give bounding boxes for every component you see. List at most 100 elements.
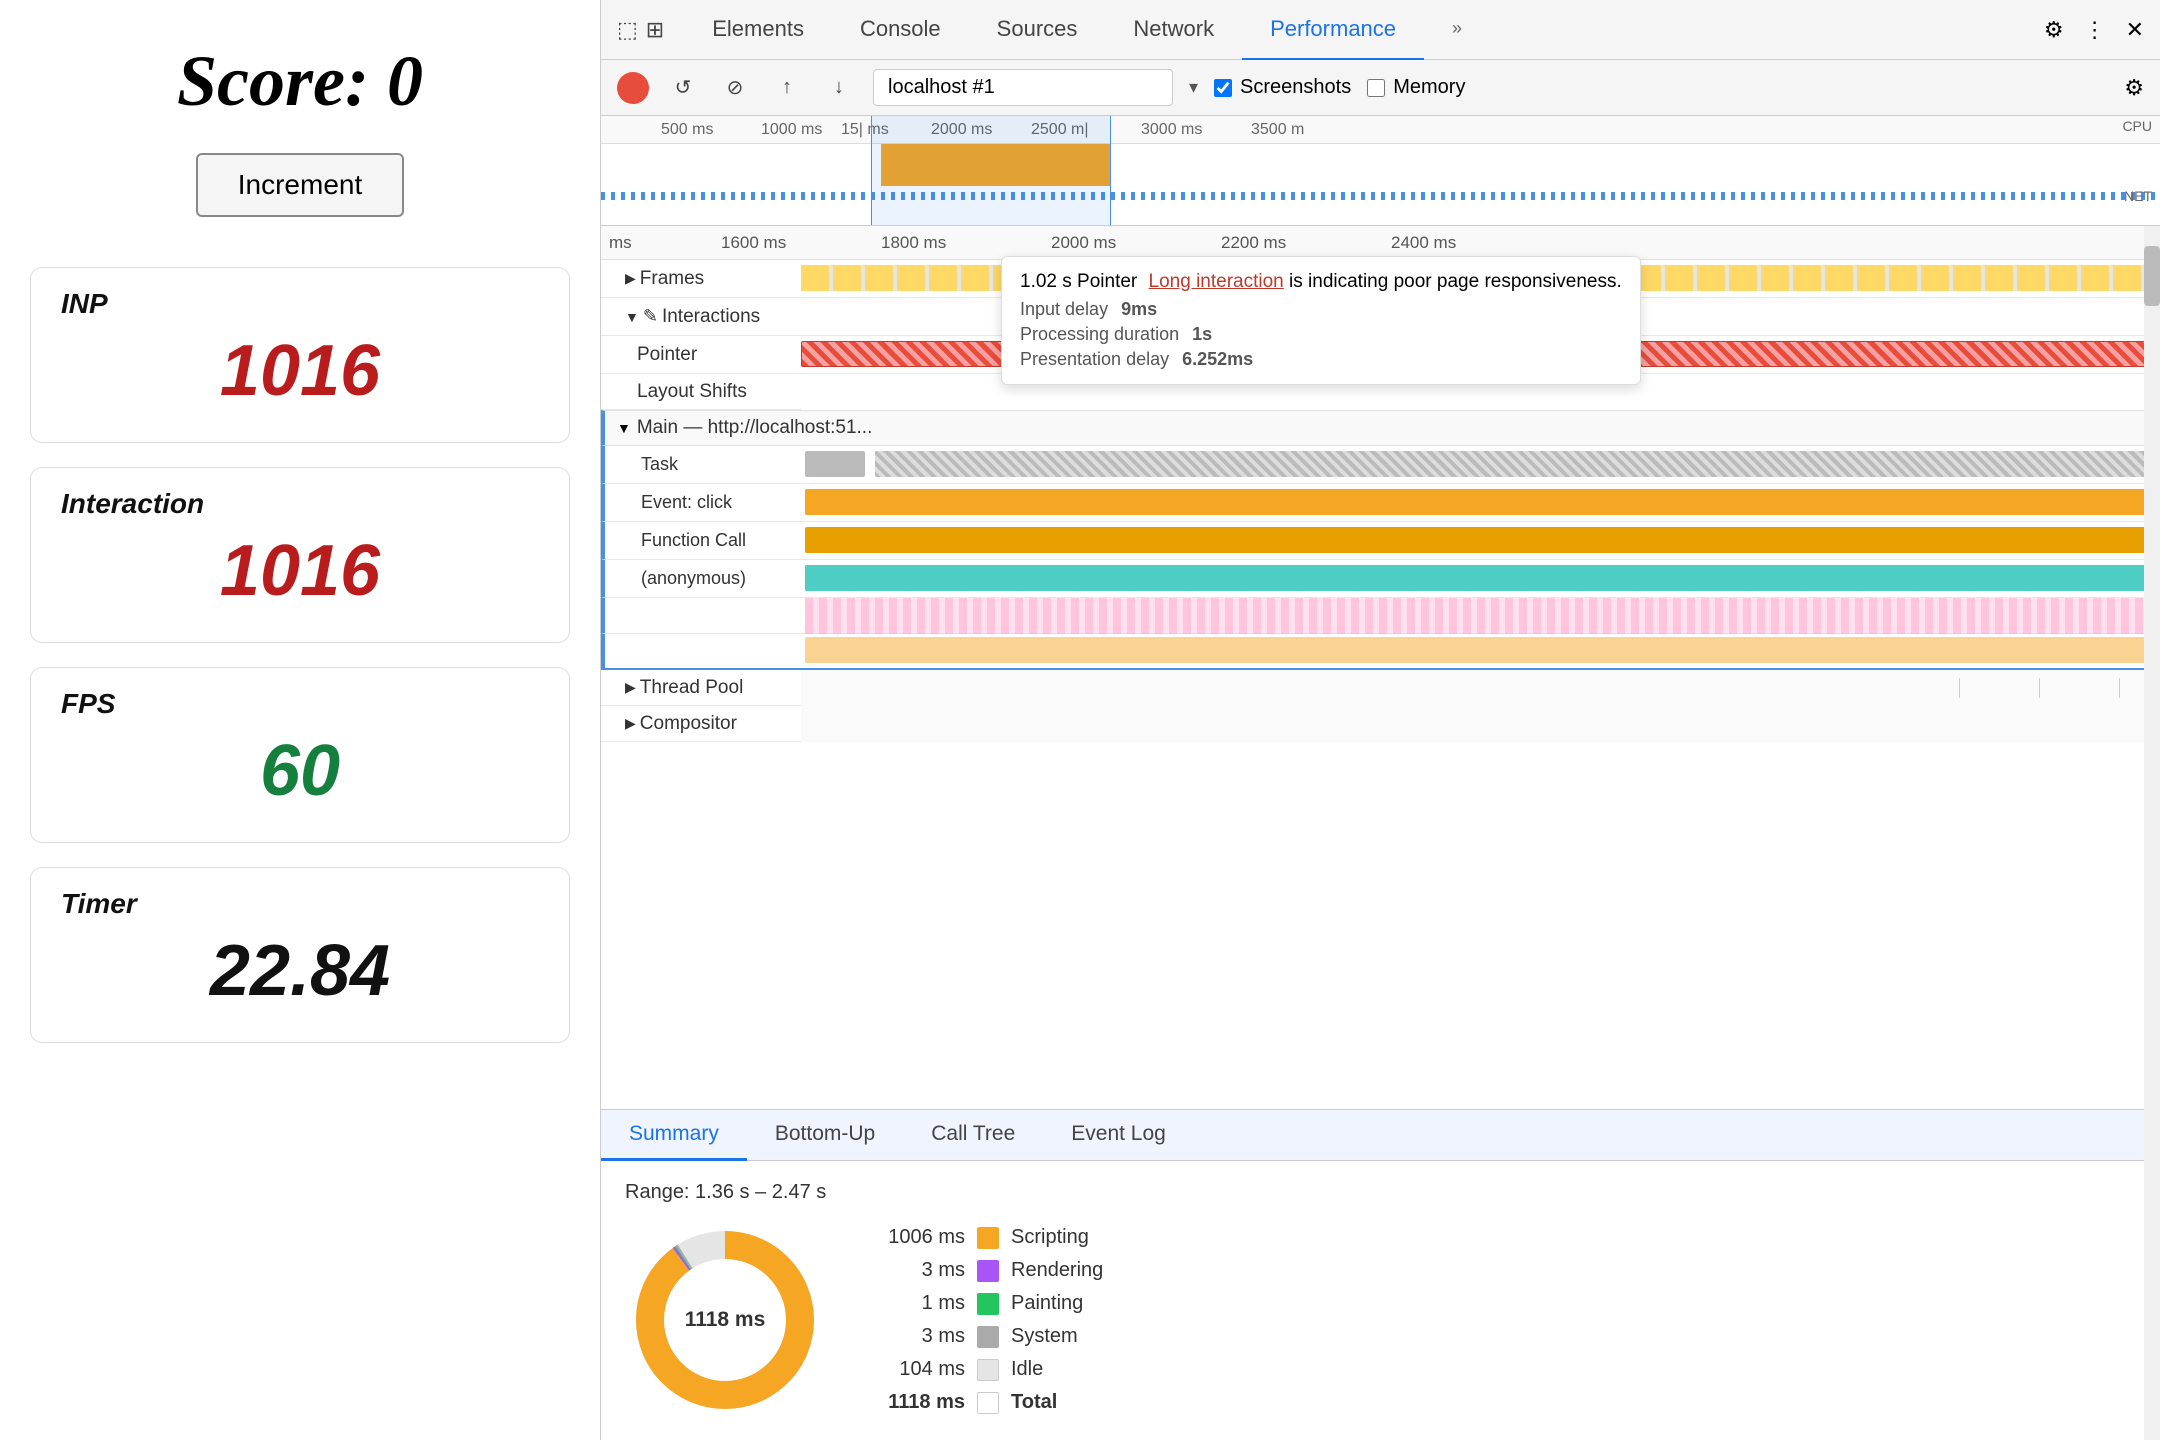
yellow-content xyxy=(805,633,2160,669)
screenshots-checkbox[interactable] xyxy=(1214,79,1232,97)
legend: 1006 ms Scripting 3 ms Rendering 1 ms Pa… xyxy=(865,1226,1103,1414)
tab-bottom-up[interactable]: Bottom-Up xyxy=(747,1109,903,1161)
tooltip-processing: Processing duration 1s xyxy=(1020,324,1622,345)
legend-system: 3 ms System xyxy=(865,1325,1103,1348)
thread-pool-marker-1 xyxy=(2119,678,2120,698)
task-bar-1 xyxy=(805,451,865,477)
tab-event-log[interactable]: Event Log xyxy=(1043,1109,1194,1161)
interactions-collapse-icon[interactable]: ▼ xyxy=(625,309,639,325)
pointer-label: Pointer xyxy=(601,336,801,373)
task-content xyxy=(805,446,2160,484)
event-click-track[interactable]: Event: click xyxy=(601,484,2160,522)
compositor-track[interactable]: ▶ Compositor xyxy=(601,706,2160,742)
scrollbar-thumb[interactable] xyxy=(2144,246,2160,306)
pink-bar xyxy=(805,598,2160,634)
pointer-track[interactable]: Pointer 1.02 s Pointer Long interaction … xyxy=(601,336,2160,374)
task-label: Task xyxy=(605,446,805,483)
function-call-bar xyxy=(805,527,2150,553)
legend-painting: 1 ms Painting xyxy=(865,1292,1103,1315)
bottom-tabs: Summary Bottom-Up Call Tree Event Log xyxy=(601,1109,2160,1161)
vertical-scrollbar[interactable] xyxy=(2144,226,2160,1440)
tab-summary[interactable]: Summary xyxy=(601,1109,747,1161)
total-label: Total xyxy=(1011,1391,1057,1414)
increment-button[interactable]: Increment xyxy=(196,153,405,217)
tab-sources[interactable]: Sources xyxy=(969,0,1106,60)
range-text: Range: 1.36 s – 2.47 s xyxy=(625,1181,2136,1204)
legend-scripting: 1006 ms Scripting xyxy=(865,1226,1103,1249)
tab-elements[interactable]: Elements xyxy=(684,0,832,60)
more-options-icon[interactable]: ⋮ xyxy=(2084,17,2106,43)
devtools-inspect-icon[interactable]: ⬚ xyxy=(617,17,638,43)
function-call-track[interactable]: Function Call xyxy=(601,522,2160,560)
tab-console[interactable]: Console xyxy=(832,0,969,60)
devtools-panel: ⬚ ⊞ Elements Console Sources Network Per… xyxy=(600,0,2160,1440)
url-input[interactable] xyxy=(873,69,1173,106)
scripting-swatch xyxy=(977,1227,999,1249)
interaction-value: 1016 xyxy=(61,530,539,612)
task-track[interactable]: Task xyxy=(601,446,2160,484)
painting-label: Painting xyxy=(1011,1292,1083,1315)
compositor-expand-icon[interactable]: ▶ xyxy=(625,715,636,732)
pencil-icon: ✎ xyxy=(643,306,658,327)
devtools-tab-bar: ⬚ ⊞ Elements Console Sources Network Per… xyxy=(601,0,2160,60)
painting-swatch xyxy=(977,1293,999,1315)
timeline-selection[interactable] xyxy=(871,116,1111,225)
idle-value: 104 ms xyxy=(865,1358,965,1381)
summary-content: 1118 ms 1006 ms Scripting 3 ms Rendering xyxy=(625,1220,2136,1420)
ruler2-tick-2000: 2000 ms xyxy=(1051,233,1116,253)
interaction-card: Interaction 1016 xyxy=(30,467,570,643)
thread-pool-content xyxy=(801,670,2160,706)
screenshots-label: Screenshots xyxy=(1240,76,1351,99)
settings-icon[interactable]: ⚙ xyxy=(2124,75,2144,101)
frames-label: ▶ Frames xyxy=(601,260,801,297)
inp-card: INP 1016 xyxy=(30,267,570,443)
timer-card: Timer 22.84 xyxy=(30,867,570,1043)
legend-total: 1118 ms Total xyxy=(865,1391,1103,1414)
tooltip-link[interactable]: Long interaction xyxy=(1149,271,1284,292)
memory-checkbox[interactable] xyxy=(1367,79,1385,97)
anonymous-track[interactable]: (anonymous) xyxy=(601,560,2160,598)
close-icon[interactable]: ✕ xyxy=(2126,17,2144,43)
frames-expand-icon[interactable]: ▶ xyxy=(625,270,636,287)
timeline-overview[interactable]: 500 ms 1000 ms 15| ms 2000 ms 2500 m| 30… xyxy=(601,116,2160,226)
idle-swatch xyxy=(977,1359,999,1381)
task-bar-hatched xyxy=(875,451,2150,477)
system-label: System xyxy=(1011,1325,1078,1348)
tab-network[interactable]: Network xyxy=(1105,0,1242,60)
memory-checkbox-group: Memory xyxy=(1367,76,1465,99)
fps-card: FPS 60 xyxy=(30,667,570,843)
anonymous-label: (anonymous) xyxy=(605,560,805,597)
tooltip-input-delay: Input delay 9ms xyxy=(1020,299,1622,320)
ruler2-tick-2400: 2400 ms xyxy=(1391,233,1456,253)
main-track-header: ▼ Main — http://localhost:51... xyxy=(601,410,2160,446)
thread-pool-track[interactable]: ▶ Thread Pool xyxy=(601,670,2160,706)
gear-icon[interactable]: ⚙ xyxy=(2044,17,2064,43)
ruler2-tick-ms: ms xyxy=(609,233,632,253)
frames-label-text: Frames xyxy=(640,268,704,290)
layout-shifts-label: Layout Shifts xyxy=(601,374,801,409)
tab-call-tree[interactable]: Call Tree xyxy=(903,1109,1043,1161)
anonymous-content xyxy=(805,560,2160,598)
devtools-tabs: Elements Console Sources Network Perform… xyxy=(684,0,2044,60)
reload-button[interactable]: ↺ xyxy=(665,70,701,106)
pink-content xyxy=(805,598,2160,634)
interactions-label-text: Interactions xyxy=(662,306,760,328)
screenshots-checkbox-group: Screenshots xyxy=(1214,76,1351,99)
record-button[interactable] xyxy=(617,72,649,104)
tab-performance[interactable]: Performance xyxy=(1242,0,1424,60)
clear-button[interactable]: ⊘ xyxy=(717,70,753,106)
compositor-label-text: Compositor xyxy=(640,713,737,735)
upload-button[interactable]: ↑ xyxy=(769,70,805,106)
thread-pool-expand-icon[interactable]: ▶ xyxy=(625,679,636,696)
download-button[interactable]: ↓ xyxy=(821,70,857,106)
anonymous-label-text: (anonymous) xyxy=(641,568,746,589)
url-arrow-icon[interactable]: ▾ xyxy=(1189,77,1198,98)
tab-more[interactable]: » xyxy=(1424,0,1490,60)
ruler2-tick-2200: 2200 ms xyxy=(1221,233,1286,253)
main-expand-icon[interactable]: ▼ xyxy=(617,420,631,436)
interactions-label: ▼ ✎ Interactions xyxy=(601,298,801,335)
event-click-bar xyxy=(805,489,2150,515)
system-value: 3 ms xyxy=(865,1325,965,1348)
devtools-device-icon[interactable]: ⊞ xyxy=(646,17,664,43)
net-bar xyxy=(601,192,2160,200)
